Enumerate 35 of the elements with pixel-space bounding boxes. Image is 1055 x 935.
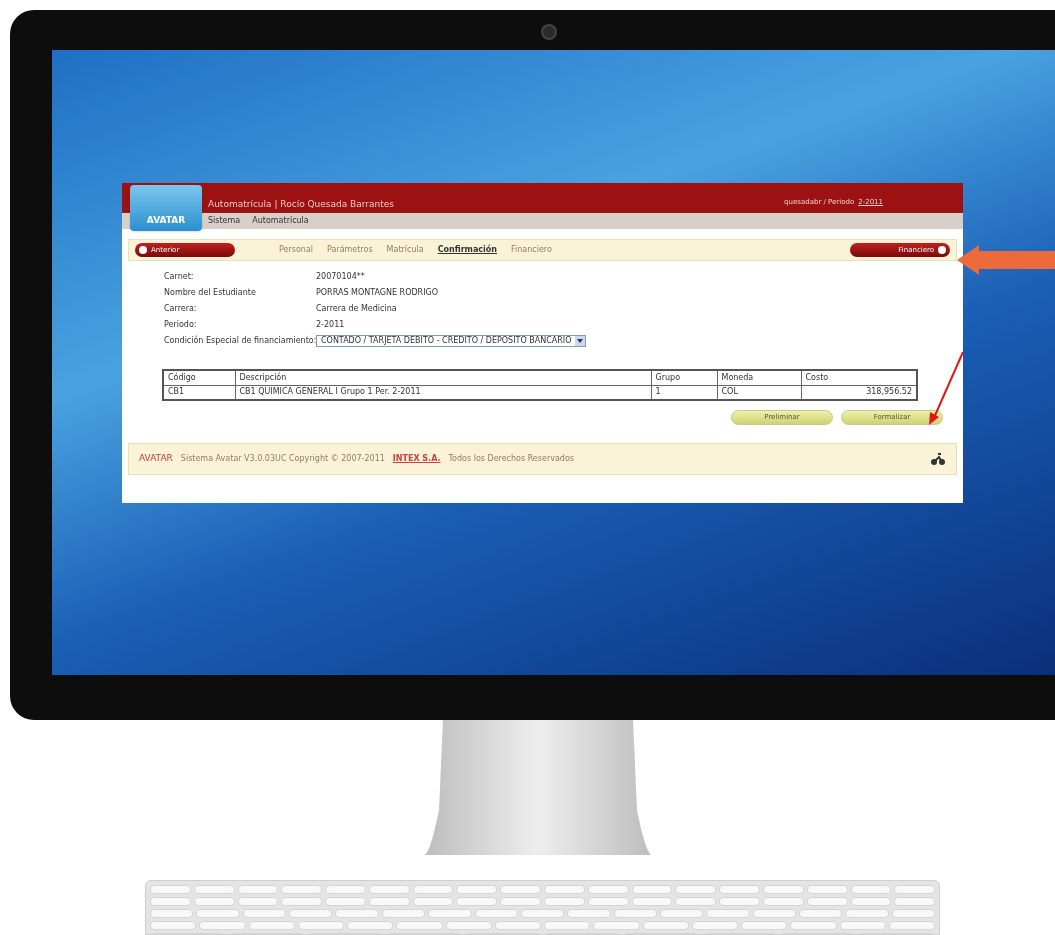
menu-item[interactable]: Sistema xyxy=(208,215,241,227)
field-value: Carrera de Medicina xyxy=(316,303,397,315)
circle-left-icon xyxy=(139,246,147,254)
annotation-arrow-icon xyxy=(927,350,965,426)
step-tab[interactable]: Personal xyxy=(279,244,313,256)
header-title: Automatrícula | Rocío Quesada Barrantes xyxy=(208,198,395,211)
column-header: Grupo xyxy=(651,370,717,385)
field-label: Carrera: xyxy=(164,303,198,315)
column-header: Descripción xyxy=(235,370,651,385)
footer-rights: Todos los Derechos Reservados xyxy=(448,453,574,465)
camera-icon xyxy=(541,24,557,40)
pointer-arrow-icon xyxy=(957,245,1055,275)
field-value: 20070104** xyxy=(316,271,365,283)
footer-logo: AVATAR xyxy=(139,452,173,466)
dropdown-icon xyxy=(575,336,586,346)
step-tab[interactable]: Parámetros xyxy=(327,244,373,256)
circle-right-icon xyxy=(938,246,946,254)
step-tab[interactable]: Confirmación xyxy=(437,244,497,256)
footer-text: Sistema Avatar V3.0.03UC Copyright © 2007-2011 xyxy=(180,453,385,465)
field-label: Nombre del Estudiante xyxy=(164,287,257,299)
column-header: Código xyxy=(163,370,235,385)
field-value: 2-2011 xyxy=(316,319,345,331)
avatar-logo: AVATAR xyxy=(130,185,202,231)
column-header: Moneda xyxy=(717,370,801,385)
company-link[interactable]: INTEX S.A. xyxy=(392,453,441,465)
menu-item[interactable]: Automatrícula xyxy=(252,215,309,227)
step-tab[interactable]: Financiero xyxy=(511,244,552,256)
field-value: PORRAS MONTAGNE RODRIGO xyxy=(316,287,438,299)
financing-select[interactable]: CONTADO / TARJETA DEBITO - CREDITO / DEPOSITO BANCARIO xyxy=(316,335,587,347)
field-label: Carnet: xyxy=(164,271,195,283)
step-tab[interactable]: Matrícula xyxy=(386,244,424,256)
field-label: Condición Especial de financiamiento: xyxy=(164,335,316,347)
field-label: Periodo: xyxy=(164,319,198,331)
scooter-icon xyxy=(930,452,946,466)
column-header: Costo xyxy=(801,370,917,385)
